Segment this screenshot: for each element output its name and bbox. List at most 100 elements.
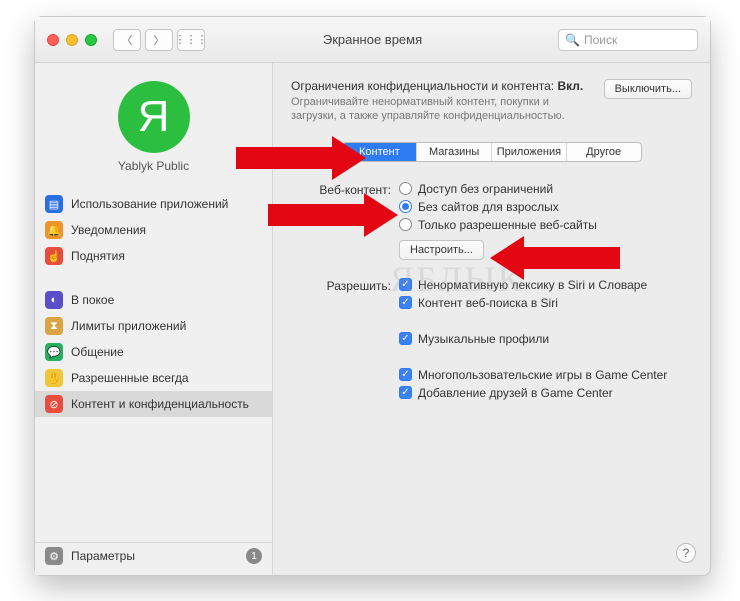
option-label: Только разрешенные веб-сайты [418, 218, 597, 232]
search-icon: 🔍 [565, 33, 580, 47]
allow-options: ✓Ненормативную лексику в Siri и Словаре … [399, 278, 692, 400]
tab-label: Магазины [429, 146, 479, 158]
radio-icon [399, 182, 412, 195]
profile-block: Я Yablyk Public [35, 69, 272, 183]
nav-buttons: 〈 〉 ⋮⋮⋮ [113, 29, 205, 51]
check-music-profiles[interactable]: ✓ Музыкальные профили [399, 332, 692, 346]
sidebar-item-label: Поднятия [71, 249, 125, 263]
no-entry-icon: ⊘ [45, 395, 63, 413]
hourglass-icon: ⧗ [45, 317, 63, 335]
sidebar-group-1: ▤ Использование приложений 🔔 Уведомления… [35, 191, 272, 269]
hand-icon: ✋ [45, 369, 63, 387]
tab-label: Приложения [497, 146, 561, 158]
sidebar-item-label: Разрешенные всегда [71, 371, 189, 385]
check-gc-friends[interactable]: ✓ Добавление друзей в Game Center [399, 386, 692, 400]
sidebar-item-app-limits[interactable]: ⧗ Лимиты приложений [35, 313, 272, 339]
sidebar-item-label: Параметры [71, 549, 135, 563]
search-placeholder: Поиск [584, 33, 617, 47]
options-badge: 1 [246, 548, 262, 564]
window-body: Я Yablyk Public ▤ Использование приложен… [35, 63, 710, 575]
option-label: Ненормативную лексику в Siri и Словаре [418, 278, 647, 292]
checkbox-icon: ✓ [399, 332, 412, 345]
radio-limit-adult[interactable]: Без сайтов для взрослых [399, 200, 692, 214]
chat-icon: 💬 [45, 343, 63, 361]
web-content-label: Веб-контент: [291, 182, 391, 260]
option-label: Контент веб-поиска в Siri [418, 296, 558, 310]
option-label: Музыкальные профили [418, 332, 549, 346]
help-button[interactable]: ? [676, 543, 696, 563]
sidebar-item-communication[interactable]: 💬 Общение [35, 339, 272, 365]
gear-icon: ⚙ [45, 547, 63, 565]
sidebar-item-always-allowed[interactable]: ✋ Разрешенные всегда [35, 365, 272, 391]
web-content-options: Доступ без ограничений Без сайтов для вз… [399, 182, 692, 260]
bell-icon: 🔔 [45, 221, 63, 239]
window-title: Экранное время [323, 32, 422, 47]
zoom-icon[interactable] [85, 34, 97, 46]
configure-button[interactable]: Настроить... [399, 240, 484, 260]
tab-apps[interactable]: Приложения [492, 143, 567, 161]
checkbox-icon: ✓ [399, 296, 412, 309]
sidebar-group-2: ◐ В покое ⧗ Лимиты приложений 💬 Общение … [35, 287, 272, 417]
segmented-control: Контент Магазины Приложения Другое [342, 142, 642, 162]
check-siri-profanity[interactable]: ✓ Ненормативную лексику в Siri и Словаре [399, 278, 692, 292]
check-gc-multiplayer[interactable]: ✓ Многопользовательские игры в Game Cente… [399, 368, 692, 382]
sidebar-item-label: Уведомления [71, 223, 146, 237]
header-row: Ограничения конфиденциальности и контент… [291, 79, 692, 124]
main-panel: Ограничения конфиденциальности и контент… [273, 63, 710, 575]
check-siri-websearch[interactable]: ✓ Контент веб-поиска в Siri [399, 296, 692, 310]
content-form: Веб-контент: Доступ без ограничений Без … [291, 182, 692, 400]
radio-icon [399, 218, 412, 231]
sidebar-item-pickups[interactable]: ☝ Поднятия [35, 243, 272, 269]
sidebar-footer: ⚙ Параметры 1 [35, 542, 272, 569]
forward-button[interactable]: 〉 [145, 29, 173, 51]
sidebar-item-app-usage[interactable]: ▤ Использование приложений [35, 191, 272, 217]
radio-allowed-only[interactable]: Только разрешенные веб-сайты [399, 218, 692, 232]
profile-name: Yablyk Public [118, 159, 189, 173]
tab-content[interactable]: Контент [343, 143, 418, 161]
sidebar-item-options[interactable]: ⚙ Параметры 1 [35, 543, 272, 569]
minimize-icon[interactable] [66, 34, 78, 46]
app-usage-icon: ▤ [45, 195, 63, 213]
section-title-state: Вкл. [557, 79, 583, 93]
tab-label: Другое [586, 146, 621, 158]
titlebar: 〈 〉 ⋮⋮⋮ Экранное время 🔍 Поиск [35, 17, 710, 63]
search-input[interactable]: 🔍 Поиск [558, 29, 698, 51]
option-label: Многопользовательские игры в Game Center [418, 368, 667, 382]
button-label: Выключить... [615, 83, 681, 95]
sidebar-item-content-privacy[interactable]: ⊘ Контент и конфиденциальность [35, 391, 272, 417]
checkbox-icon: ✓ [399, 368, 412, 381]
section-title: Ограничения конфиденциальности и контент… [291, 79, 594, 93]
prefs-window: 〈 〉 ⋮⋮⋮ Экранное время 🔍 Поиск Я Yablyk … [34, 16, 711, 576]
radio-icon [399, 200, 412, 213]
tab-stores[interactable]: Магазины [417, 143, 492, 161]
sidebar-item-notifications[interactable]: 🔔 Уведомления [35, 217, 272, 243]
sidebar: Я Yablyk Public ▤ Использование приложен… [35, 63, 273, 575]
checkbox-icon: ✓ [399, 386, 412, 399]
checkbox-icon: ✓ [399, 278, 412, 291]
section-subtitle: Ограничивайте ненормативный контент, пок… [291, 95, 594, 124]
radio-unrestricted[interactable]: Доступ без ограничений [399, 182, 692, 196]
window-controls [47, 34, 97, 46]
option-label: Без сайтов для взрослых [418, 200, 559, 214]
section-title-prefix: Ограничения конфиденциальности и контент… [291, 79, 557, 93]
sidebar-item-label: В покое [71, 293, 114, 307]
grid-button[interactable]: ⋮⋮⋮ [177, 29, 205, 51]
option-label: Доступ без ограничений [418, 182, 553, 196]
button-label: Настроить... [410, 244, 473, 256]
avatar-initial: Я [138, 92, 170, 142]
close-icon[interactable] [47, 34, 59, 46]
back-button[interactable]: 〈 [113, 29, 141, 51]
sidebar-item-label: Общение [71, 345, 124, 359]
turn-off-button[interactable]: Выключить... [604, 79, 692, 99]
tab-label: Контент [359, 146, 400, 158]
sidebar-item-label: Лимиты приложений [71, 319, 186, 333]
sidebar-item-downtime[interactable]: ◐ В покое [35, 287, 272, 313]
sidebar-item-label: Контент и конфиденциальность [71, 397, 249, 411]
avatar: Я [118, 81, 190, 153]
option-label: Добавление друзей в Game Center [418, 386, 613, 400]
pickups-icon: ☝ [45, 247, 63, 265]
moon-icon: ◐ [45, 291, 63, 309]
sidebar-item-label: Использование приложений [71, 197, 228, 211]
allow-label: Разрешить: [291, 278, 391, 400]
tab-other[interactable]: Другое [567, 143, 641, 161]
